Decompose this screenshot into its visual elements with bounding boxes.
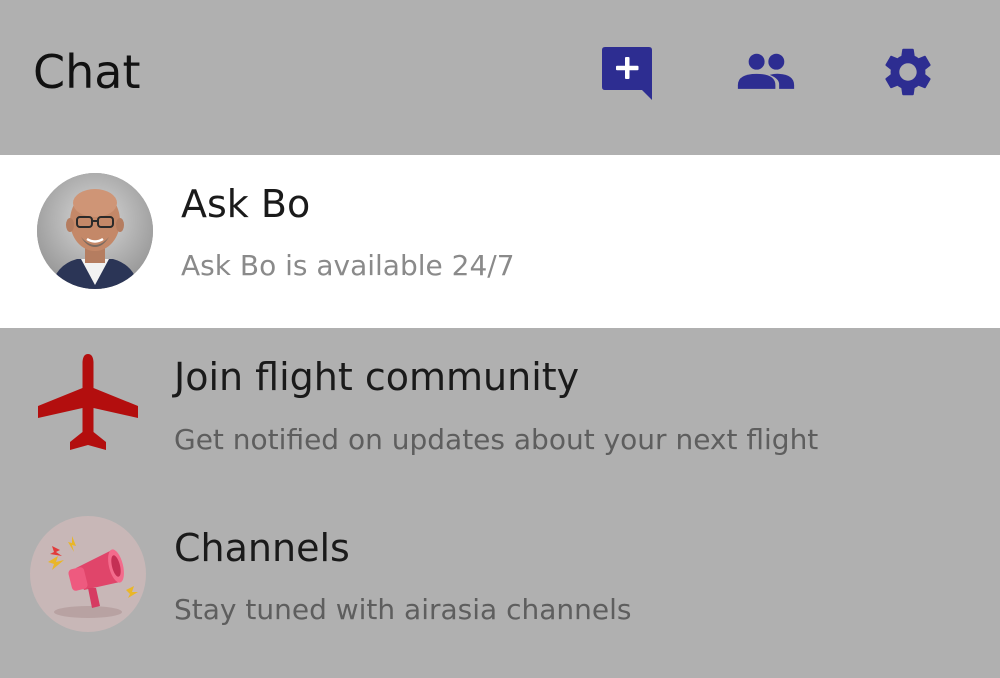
contacts-button[interactable] xyxy=(736,42,796,102)
chat-item-title: Join flight community xyxy=(174,355,580,399)
avatar xyxy=(37,173,153,289)
new-chat-button[interactable] xyxy=(596,42,656,102)
chat-item-title: Ask Bo xyxy=(181,182,311,226)
airplane-icon xyxy=(38,354,138,450)
header: Chat xyxy=(0,0,1000,155)
page-title: Chat xyxy=(33,45,141,99)
megaphone-icon xyxy=(30,516,146,632)
chat-item-flight-community[interactable]: Join flight community Get notified on up… xyxy=(0,328,1000,506)
chat-item-subtitle: Stay tuned with airasia channels xyxy=(174,593,632,626)
chat-item-title: Channels xyxy=(174,526,350,570)
chat-item-ask-bo[interactable]: Ask Bo Ask Bo is available 24/7 xyxy=(0,155,1000,328)
new-chat-icon xyxy=(602,47,652,100)
settings-button[interactable] xyxy=(878,42,938,102)
chat-item-subtitle: Ask Bo is available 24/7 xyxy=(181,249,515,282)
gear-icon xyxy=(885,48,931,96)
chat-item-channels[interactable]: Channels Stay tuned with airasia channel… xyxy=(0,506,1000,678)
chat-item-subtitle: Get notified on updates about your next … xyxy=(174,423,819,456)
group-icon xyxy=(737,53,795,89)
